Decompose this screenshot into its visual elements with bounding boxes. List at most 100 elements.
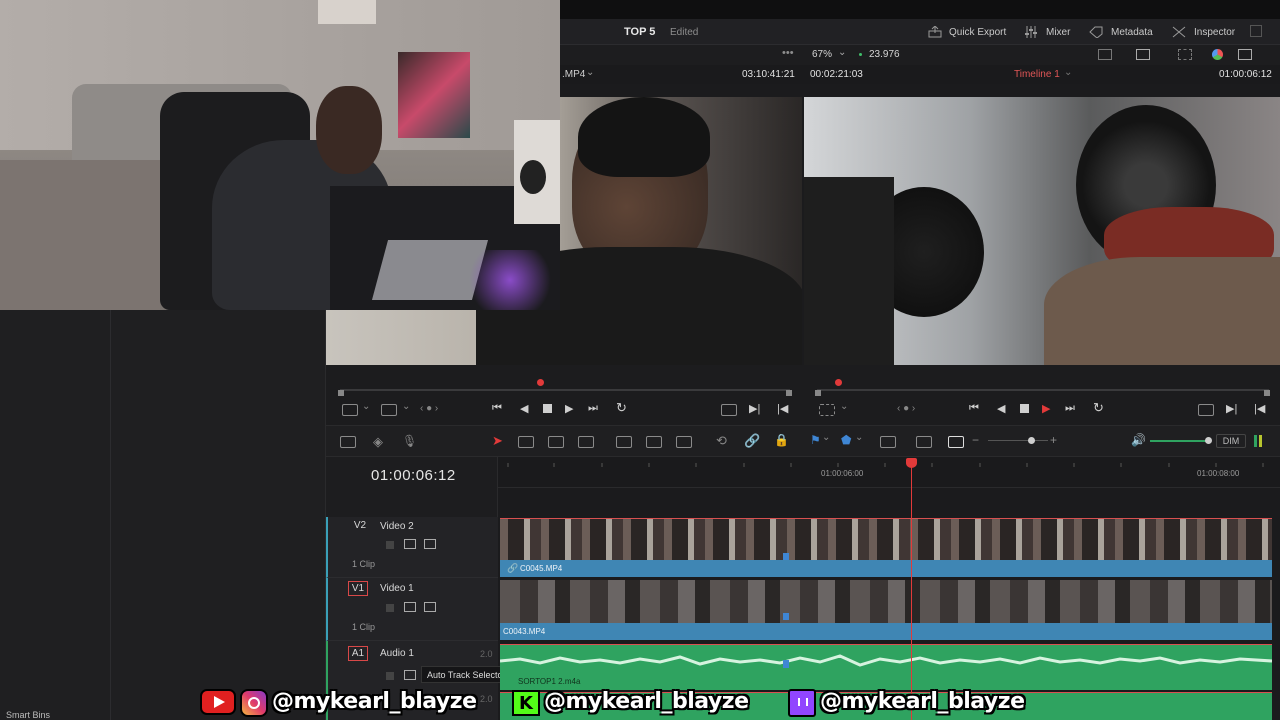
overwrite-clip-icon[interactable] [646, 436, 662, 448]
prev-edit-icon[interactable]: |◀ [1254, 402, 1265, 415]
play-icon[interactable]: ▶ [1042, 402, 1050, 415]
timeline-ruler[interactable]: 01:00:06:00 01:00:08:00 [498, 457, 1280, 488]
track-tag-v2[interactable]: V2 [350, 519, 370, 534]
lock-icon[interactable]: 🔒 [774, 433, 789, 447]
skip-back-icon[interactable]: ⏮ [492, 402, 502, 415]
zoom-slider-handle[interactable] [1028, 437, 1035, 444]
insert-clip-icon[interactable] [616, 436, 632, 448]
match-frame-icon[interactable] [721, 404, 737, 416]
webcam-overlay [0, 0, 560, 310]
stop-icon[interactable] [1020, 404, 1029, 413]
in-point-icon[interactable] [338, 390, 344, 396]
skip-back-icon[interactable]: ⏮ [969, 402, 979, 415]
out-point-icon[interactable] [786, 390, 792, 396]
clip-icon[interactable] [342, 404, 358, 416]
current-timecode[interactable]: 01:00:06:12 [371, 467, 456, 484]
zoom-custom-icon[interactable] [948, 436, 964, 448]
monitor-icon[interactable] [1136, 49, 1150, 60]
out-point-icon[interactable] [1264, 390, 1270, 396]
auto-select-icon[interactable] [404, 670, 416, 680]
next-edit-icon[interactable]: ▶| [1226, 402, 1237, 415]
nav-arrows-icon[interactable]: ‹ ● › [420, 403, 438, 414]
marker-icon[interactable]: ⬟ [841, 433, 851, 447]
play-icon[interactable]: ▶ [565, 402, 573, 415]
loop-icon[interactable]: ↻ [616, 400, 627, 416]
microphone-icon[interactable]: 🎙 [402, 434, 417, 448]
options-icon[interactable]: ••• [782, 47, 794, 59]
timeline-name[interactable]: Timeline 1 [1014, 69, 1060, 80]
quick-export-button[interactable]: Quick Export [928, 25, 1006, 39]
disable-track-icon[interactable] [424, 539, 436, 549]
zoom-fit-icon[interactable] [880, 436, 896, 448]
chevron-down-icon[interactable]: ⌄ [855, 432, 863, 443]
metadata-button[interactable]: Metadata [1089, 25, 1153, 39]
link-icon[interactable]: 🔗 [744, 433, 760, 449]
zoom-out-icon[interactable]: − [972, 433, 979, 447]
layout-icon[interactable] [1098, 49, 1112, 60]
step-back-icon[interactable]: ◀ [520, 402, 528, 415]
lock-icon[interactable] [386, 541, 394, 549]
flag-icon[interactable]: ⚑ [810, 433, 821, 447]
skip-forward-icon[interactable]: ⏭ [1065, 402, 1075, 415]
volume-slider[interactable] [1150, 440, 1208, 442]
playhead-line[interactable] [911, 462, 912, 720]
auto-select-icon[interactable] [404, 602, 416, 612]
nav-arrows-icon[interactable]: ‹ ● › [897, 403, 915, 414]
chevron-down-icon[interactable]: ⌄ [822, 432, 830, 443]
chevron-down-icon[interactable]: ⌄ [362, 401, 370, 412]
timeline-view-icon[interactable] [340, 436, 356, 448]
timeline-playhead-marker[interactable] [835, 379, 842, 386]
window-icon[interactable] [1238, 49, 1252, 60]
prev-edit-icon[interactable]: |◀ [777, 402, 788, 415]
zoom-detail-icon[interactable] [916, 436, 932, 448]
next-edit-icon[interactable]: ▶| [749, 402, 760, 415]
chevron-down-icon[interactable]: ⌄ [840, 401, 848, 412]
trim-tool-icon[interactable] [518, 436, 534, 448]
snapping-icon[interactable]: ⟲ [716, 433, 727, 449]
chevron-down-icon[interactable]: ⌄ [838, 47, 846, 58]
chevron-down-icon[interactable]: ⌄ [402, 401, 410, 412]
volume-slider-handle[interactable] [1205, 437, 1212, 444]
clip-c0043[interactable]: C0043.MP4 [500, 580, 1272, 641]
clip-c0045[interactable]: 🔗 C0045.MP4 [500, 518, 1272, 578]
scope-icon[interactable] [1178, 49, 1192, 60]
timeline-viewer-image[interactable] [804, 97, 1280, 365]
source-clip-name[interactable]: .MP4 [562, 69, 585, 80]
expand-icon[interactable] [1250, 25, 1262, 37]
selection-tool-icon[interactable]: ➤ [492, 433, 503, 449]
track-tag-a1[interactable]: A1 [348, 646, 368, 661]
loop-icon[interactable]: ↻ [1093, 400, 1104, 416]
zoom-level[interactable]: 67% [812, 49, 832, 60]
transform-icon[interactable] [381, 404, 397, 416]
speaker-icon[interactable]: 🔊 [1131, 433, 1146, 447]
stop-icon[interactable] [543, 404, 552, 413]
skip-forward-icon[interactable]: ⏭ [588, 402, 598, 415]
audio-clip-sortop1[interactable]: SORTOP1 2.m4a [500, 644, 1272, 690]
step-back-icon[interactable]: ◀ [997, 402, 1005, 415]
dim-button[interactable]: DIM [1216, 434, 1246, 448]
zoom-slider[interactable] [988, 440, 1048, 441]
match-frame-icon[interactable] [1198, 404, 1214, 416]
blade-tool-icon[interactable] [578, 436, 594, 448]
zoom-in-icon[interactable]: + [1050, 433, 1057, 447]
lock-icon[interactable] [386, 604, 394, 612]
auto-select-icon[interactable] [404, 539, 416, 549]
mixer-button[interactable]: Mixer [1024, 25, 1070, 39]
chevron-down-icon[interactable]: ⌄ [1064, 67, 1072, 78]
dynamic-trim-icon[interactable] [548, 436, 564, 448]
smart-bins-label[interactable]: Smart Bins [6, 710, 50, 720]
timeline-scrubber[interactable] [817, 389, 1269, 391]
disable-track-icon[interactable] [424, 602, 436, 612]
chevron-down-icon[interactable]: ⌄ [586, 67, 594, 78]
track-tag-v1[interactable]: V1 [348, 581, 368, 596]
replace-clip-icon[interactable] [676, 436, 692, 448]
lock-icon[interactable] [386, 672, 394, 680]
color-wheel-icon[interactable] [1212, 49, 1223, 60]
source-playhead-marker[interactable] [537, 379, 544, 386]
eye-icon[interactable]: ◈ [373, 434, 383, 450]
inspector-button[interactable]: Inspector [1172, 25, 1235, 39]
crop-icon[interactable] [819, 404, 835, 416]
playhead-handle[interactable] [906, 458, 917, 468]
source-scrubber[interactable] [340, 389, 790, 391]
in-point-icon[interactable] [815, 390, 821, 396]
